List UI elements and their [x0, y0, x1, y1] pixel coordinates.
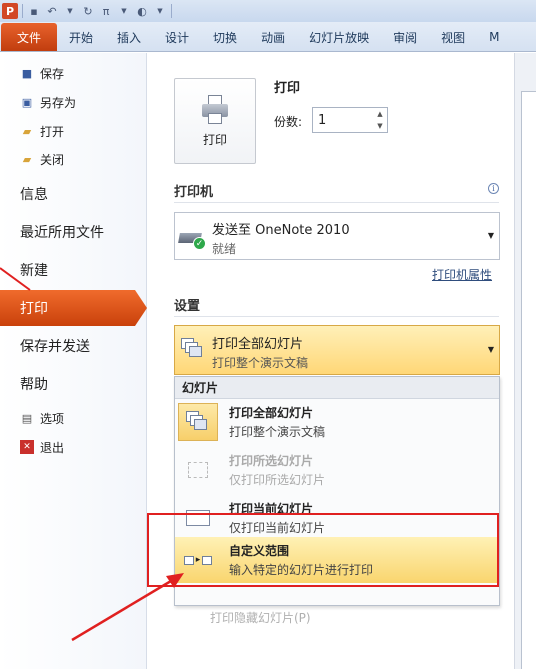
preview-pane [514, 53, 536, 669]
print-heading: 打印 [274, 81, 301, 96]
nav-save-label: 保存 [40, 66, 65, 81]
tab-insert[interactable]: 插入 [105, 23, 153, 51]
copies-label: 份数: [274, 115, 303, 129]
close-folder-icon: ▰ [22, 152, 32, 166]
menu-header: 幻灯片 [175, 377, 499, 399]
ribbon-tabs: 文件 开始 插入 设计 切换 动画 幻灯片放映 审阅 视图 M [0, 22, 536, 52]
dropdown-arrow-icon[interactable]: ▼ [63, 4, 77, 18]
save-as-icon: ▣ [21, 95, 33, 109]
nav-save-as[interactable]: ▣ 另存为 [20, 91, 76, 113]
spin-buttons[interactable]: ▲ ▼ [375, 110, 385, 130]
tab-review[interactable]: 审阅 [381, 23, 429, 51]
tab-slideshow[interactable]: 幻灯片放映 [297, 23, 381, 51]
print-range-dropdown[interactable]: 打印全部幻灯片 打印整个演示文稿 ▼ [174, 325, 500, 375]
slides-stack-icon [181, 338, 205, 360]
options-icon: ▤ [21, 411, 33, 425]
save-icon[interactable]: ▪ [27, 4, 41, 18]
tab-file[interactable]: 文件 [1, 23, 57, 51]
quick-access-toolbar: P ▪ ↶ ▼ ↻ π ▼ ◐ ▼ [0, 0, 536, 22]
info-icon[interactable]: i [488, 183, 499, 194]
nav-recent[interactable]: 最近所用文件 [0, 214, 147, 250]
printer-section-title: 打印机 [174, 185, 214, 200]
nav-new[interactable]: 新建 [0, 252, 147, 288]
nav-help[interactable]: 帮助 [0, 366, 147, 402]
divider [22, 4, 23, 18]
dropdown-arrow-icon[interactable]: ▼ [117, 4, 131, 18]
divider [171, 4, 172, 18]
copies-stepper[interactable]: 1 ▲ ▼ [312, 107, 388, 133]
printer-dropdown[interactable]: ✓ 发送至 OneNote 2010 就绪 ▼ [174, 212, 500, 260]
nav-info[interactable]: 信息 [0, 176, 147, 212]
print-range-title: 打印全部幻灯片 [212, 337, 304, 352]
printer-name: 发送至 OneNote 2010 [212, 223, 350, 238]
powerpoint-app-icon[interactable]: P [2, 3, 18, 19]
menu-item-desc: 仅打印所选幻灯片 [229, 473, 326, 487]
printer-icon [200, 94, 230, 125]
nav-save-send[interactable]: 保存并发送 [0, 328, 147, 364]
menu-item-title: 打印所选幻灯片 [229, 454, 314, 468]
pi-icon[interactable]: π [99, 4, 113, 18]
nav-options[interactable]: ▤ 选项 [20, 407, 64, 429]
nav-close[interactable]: ▰ 关闭 [20, 148, 64, 170]
print-hidden-slides-option: 打印隐藏幻灯片(P) [210, 610, 311, 625]
redo-icon[interactable]: ↻ [81, 4, 95, 18]
print-button-label: 打印 [202, 132, 227, 147]
nav-exit-label: 退出 [40, 440, 65, 455]
print-button[interactable]: 打印 [174, 78, 256, 164]
copies-value: 1 [318, 112, 327, 128]
printer-status: 就绪 [212, 242, 237, 256]
printer-icon: ✓ [178, 225, 207, 251]
nav-save-as-label: 另存为 [40, 95, 77, 110]
chevron-down-icon: ▼ [487, 345, 494, 354]
save-icon: ■ [21, 66, 33, 80]
nav-save[interactable]: ■ 保存 [20, 62, 64, 84]
menu-item-desc: 打印整个演示文稿 [229, 425, 326, 439]
undo-icon[interactable]: ↶ [45, 4, 59, 18]
chevron-down-icon: ▼ [487, 231, 494, 240]
ready-check-icon: ✓ [193, 237, 206, 250]
tab-view[interactable]: 视图 [429, 23, 477, 51]
tab-animations[interactable]: 动画 [249, 23, 297, 51]
divider [174, 316, 499, 317]
shape-icon[interactable]: ◐ [135, 4, 149, 18]
divider [174, 202, 499, 203]
nav-close-label: 关闭 [40, 152, 65, 167]
printer-properties-link[interactable]: 打印机属性 [432, 266, 492, 283]
annotation-highlight-box [147, 513, 499, 587]
menu-item-title: 打印全部幻灯片 [229, 406, 314, 420]
nav-exit[interactable]: ✕ 退出 [20, 436, 64, 458]
print-all-slides-icon [178, 403, 218, 441]
menu-item-print-selection: 打印所选幻灯片 仅打印所选幻灯片 [175, 447, 499, 493]
tab-design[interactable]: 设计 [153, 23, 201, 51]
backstage-nav: ■ 保存 ▣ 另存为 ▰ 打开 ▰ 关闭 信息 最近所用文件 新建 打印 保存并… [0, 53, 147, 669]
tab-home[interactable]: 开始 [57, 23, 105, 51]
exit-icon: ✕ [20, 440, 34, 454]
customize-icon[interactable]: ▼ [153, 4, 167, 18]
menu-item-print-all[interactable]: 打印全部幻灯片 打印整个演示文稿 [175, 399, 499, 445]
preview-page [521, 91, 536, 669]
settings-section-title: 设置 [174, 299, 201, 314]
print-range-desc: 打印整个演示文稿 [212, 356, 309, 370]
open-folder-icon: ▰ [22, 124, 32, 138]
nav-options-label: 选项 [40, 411, 65, 426]
nav-open-label: 打开 [40, 124, 65, 139]
tab-more[interactable]: M [477, 23, 511, 51]
tab-transitions[interactable]: 切换 [201, 23, 249, 51]
nav-print[interactable]: 打印 [0, 290, 147, 326]
selection-icon [178, 451, 218, 489]
nav-open[interactable]: ▰ 打开 [20, 120, 64, 142]
